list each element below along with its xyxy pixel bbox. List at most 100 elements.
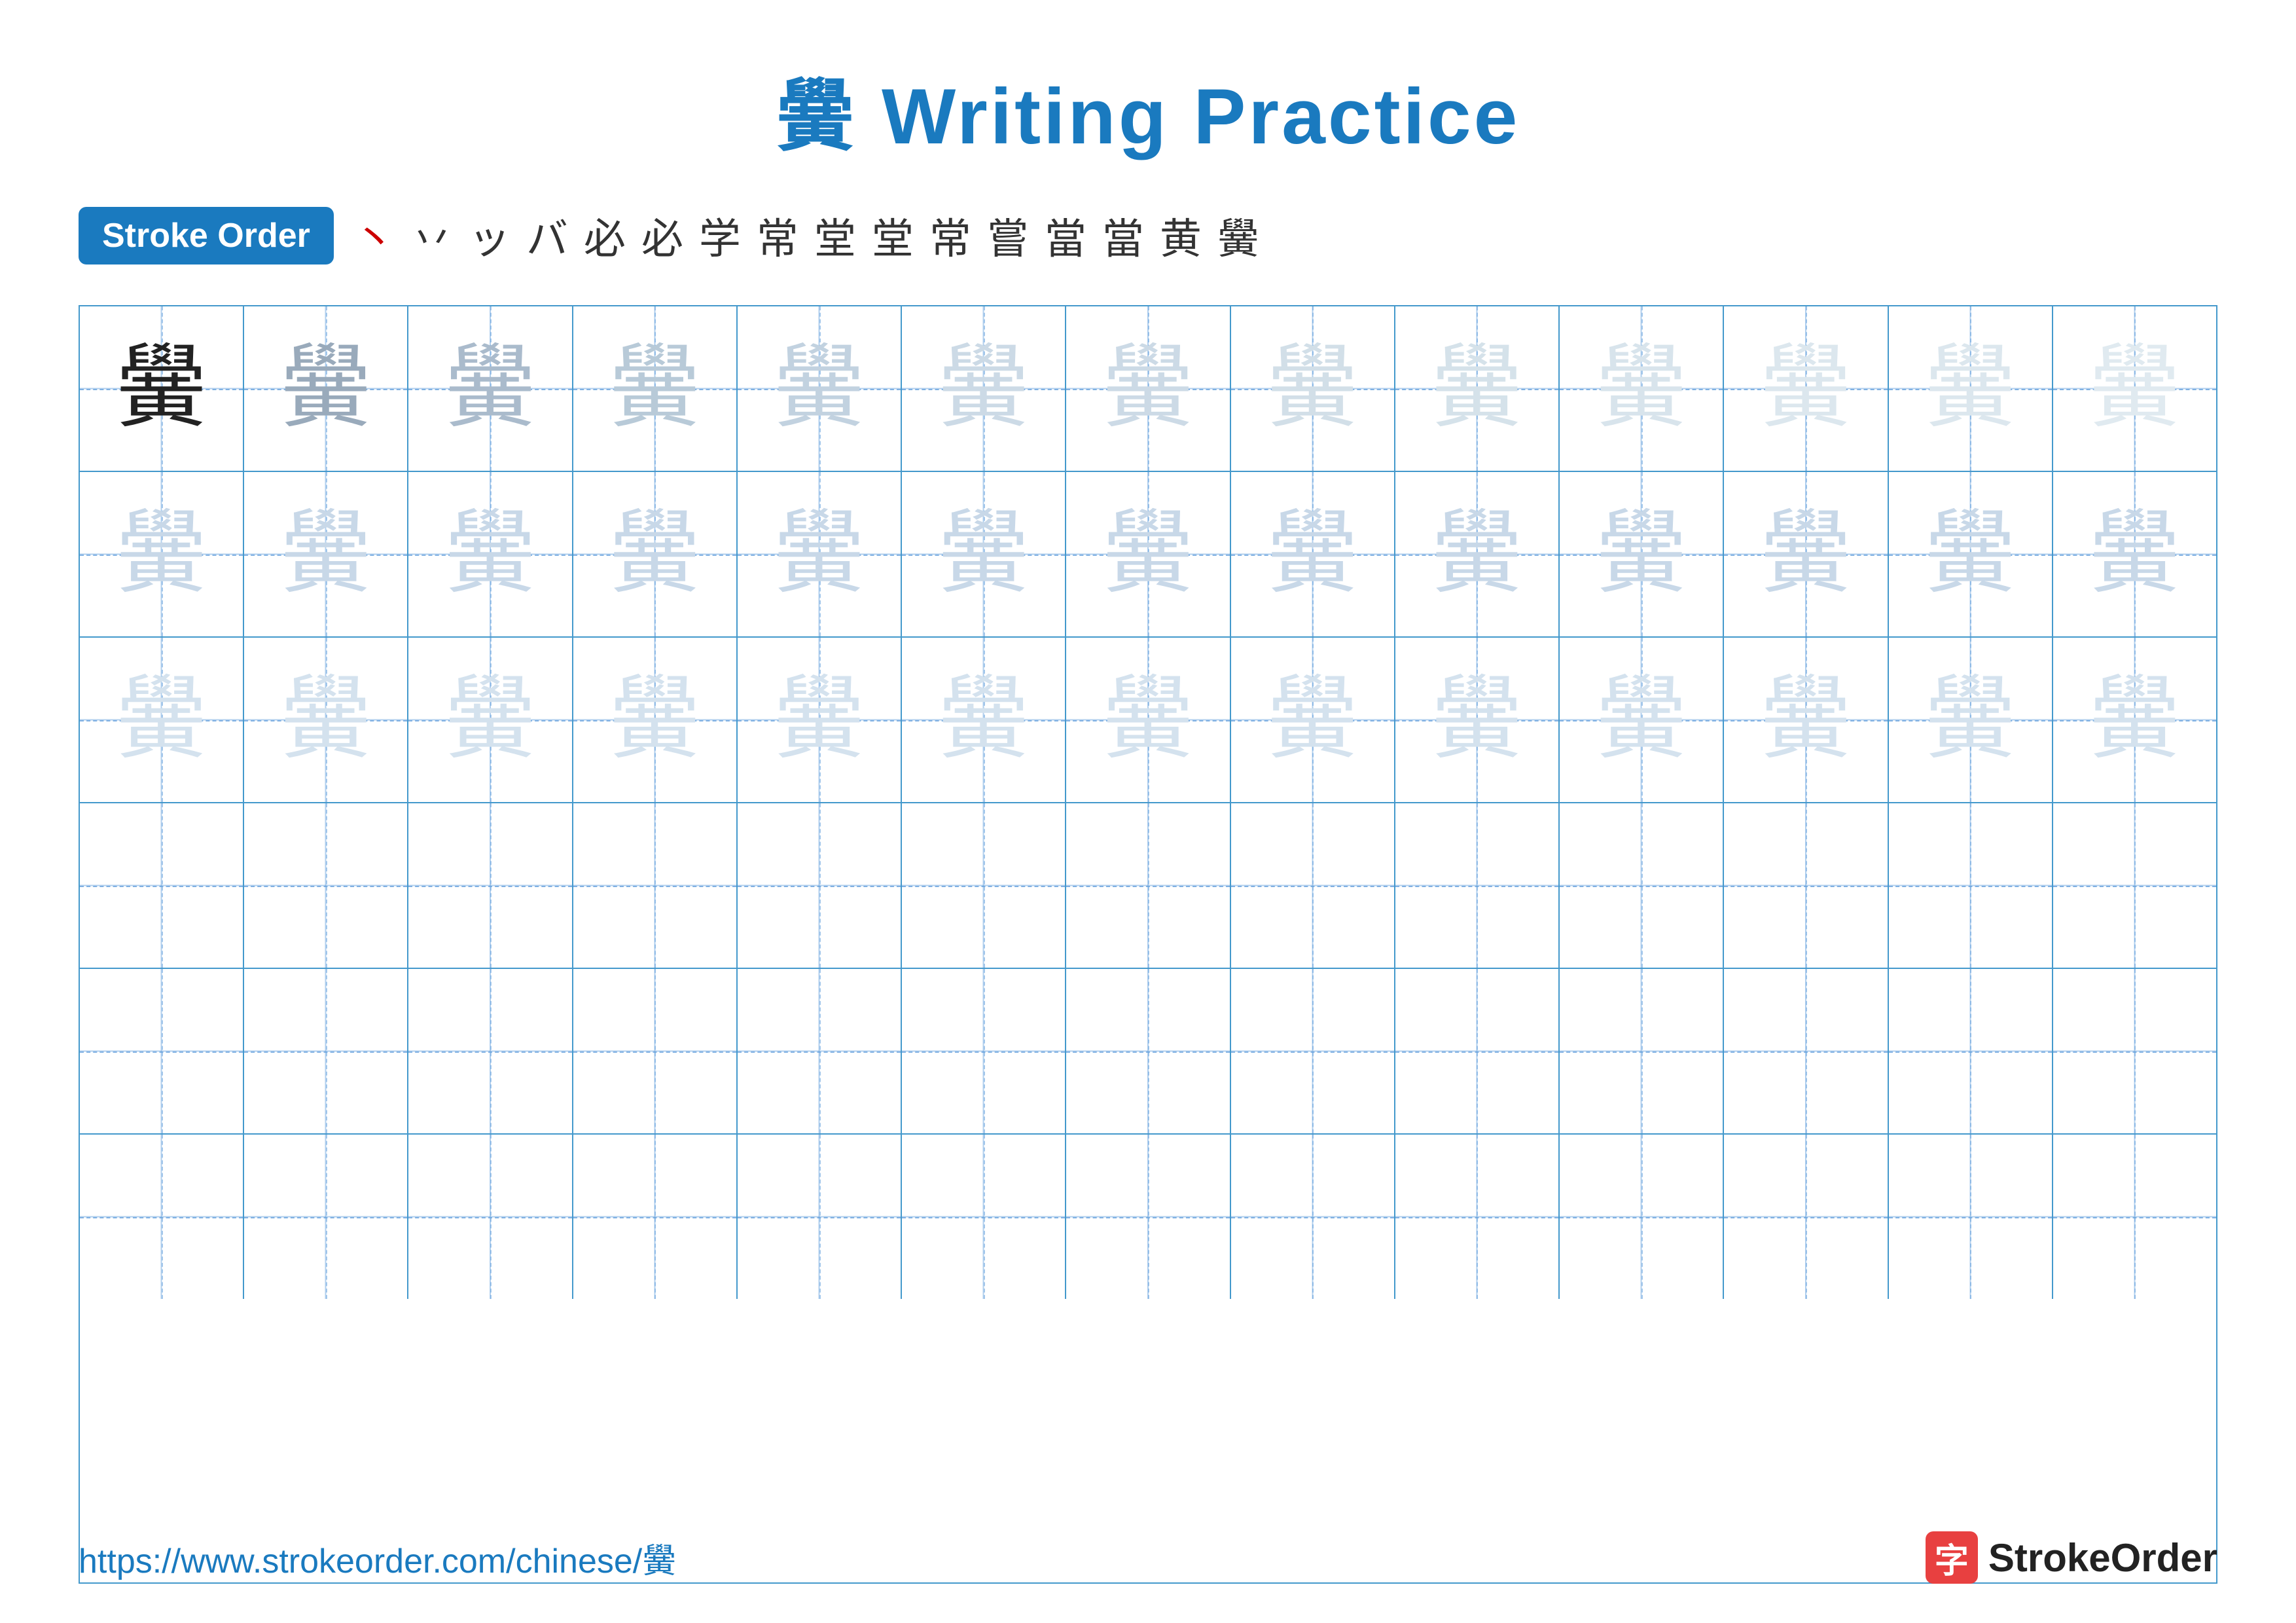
grid-cell-3-8[interactable]: [1395, 803, 1560, 968]
grid-cell-3-12[interactable]: [2053, 803, 2216, 968]
grid-cell-0-2[interactable]: 黌: [408, 306, 573, 471]
grid-cell-4-5[interactable]: [902, 969, 1066, 1133]
grid-cell-4-0[interactable]: [80, 969, 244, 1133]
grid-cell-0-9[interactable]: 黌: [1560, 306, 1724, 471]
grid-cell-3-5[interactable]: [902, 803, 1066, 968]
cell-char-2-7: 黌: [1266, 674, 1358, 766]
grid-cell-1-6[interactable]: 黌: [1066, 472, 1230, 636]
grid-cell-1-4[interactable]: 黌: [738, 472, 902, 636]
grid-cell-0-4[interactable]: 黌: [738, 306, 902, 471]
grid-row-4[interactable]: [80, 969, 2216, 1135]
grid-cell-3-7[interactable]: [1231, 803, 1395, 968]
grid-cell-3-3[interactable]: [573, 803, 738, 968]
grid-cell-1-8[interactable]: 黌: [1395, 472, 1560, 636]
grid-cell-5-7[interactable]: [1231, 1135, 1395, 1299]
grid-cell-2-5[interactable]: 黌: [902, 638, 1066, 802]
grid-cell-0-3[interactable]: 黌: [573, 306, 738, 471]
grid-cell-0-5[interactable]: 黌: [902, 306, 1066, 471]
cell-char-0-0: 黌: [116, 343, 207, 435]
cell-char-2-5: 黌: [938, 674, 1030, 766]
grid-cell-0-8[interactable]: 黌: [1395, 306, 1560, 471]
grid-cell-0-11[interactable]: 黌: [1889, 306, 2053, 471]
grid-cell-3-2[interactable]: [408, 803, 573, 968]
hdash: [1724, 1217, 1887, 1218]
grid-cell-3-10[interactable]: [1724, 803, 1888, 968]
grid-cell-0-0[interactable]: 黌: [80, 306, 244, 471]
grid-cell-5-3[interactable]: [573, 1135, 738, 1299]
grid-cell-4-9[interactable]: [1560, 969, 1724, 1133]
grid-cell-3-9[interactable]: [1560, 803, 1724, 968]
grid-cell-2-10[interactable]: 黌: [1724, 638, 1888, 802]
grid-cell-2-7[interactable]: 黌: [1231, 638, 1395, 802]
grid-cell-2-8[interactable]: 黌: [1395, 638, 1560, 802]
grid-cell-3-0[interactable]: [80, 803, 244, 968]
grid-cell-4-2[interactable]: [408, 969, 573, 1133]
grid-cell-5-8[interactable]: [1395, 1135, 1560, 1299]
grid-cell-1-11[interactable]: 黌: [1889, 472, 2053, 636]
grid-cell-4-8[interactable]: [1395, 969, 1560, 1133]
hdash: [902, 1217, 1065, 1218]
hdash: [244, 886, 407, 887]
grid-cell-5-1[interactable]: [244, 1135, 408, 1299]
grid-cell-2-4[interactable]: 黌: [738, 638, 902, 802]
grid-cell-4-11[interactable]: [1889, 969, 2053, 1133]
grid-cell-1-7[interactable]: 黌: [1231, 472, 1395, 636]
grid-cell-5-11[interactable]: [1889, 1135, 2053, 1299]
grid-cell-0-1[interactable]: 黌: [244, 306, 408, 471]
grid-cell-2-2[interactable]: 黌: [408, 638, 573, 802]
vdash: [1148, 803, 1149, 968]
stroke-order-badge: Stroke Order: [79, 207, 334, 264]
grid-cell-1-5[interactable]: 黌: [902, 472, 1066, 636]
grid-cell-1-1[interactable]: 黌: [244, 472, 408, 636]
hdash: [1231, 1217, 1394, 1218]
grid-cell-4-4[interactable]: [738, 969, 902, 1133]
cell-char-0-8: 黌: [1431, 343, 1522, 435]
grid-cell-0-12[interactable]: 黌: [2053, 306, 2216, 471]
grid-cell-2-9[interactable]: 黌: [1560, 638, 1724, 802]
grid-cell-2-12[interactable]: 黌: [2053, 638, 2216, 802]
grid-cell-2-1[interactable]: 黌: [244, 638, 408, 802]
hdash: [2053, 1051, 2216, 1053]
grid-cell-3-4[interactable]: [738, 803, 902, 968]
grid-cell-2-11[interactable]: 黌: [1889, 638, 2053, 802]
grid-cell-1-3[interactable]: 黌: [573, 472, 738, 636]
grid-cell-1-10[interactable]: 黌: [1724, 472, 1888, 636]
grid-cell-3-1[interactable]: [244, 803, 408, 968]
grid-cell-4-3[interactable]: [573, 969, 738, 1133]
grid-cell-0-7[interactable]: 黌: [1231, 306, 1395, 471]
grid-cell-5-5[interactable]: [902, 1135, 1066, 1299]
hdash: [1066, 886, 1229, 887]
cell-char-2-4: 黌: [774, 674, 865, 766]
grid-cell-5-0[interactable]: [80, 1135, 244, 1299]
grid-cell-2-6[interactable]: 黌: [1066, 638, 1230, 802]
grid-cell-5-6[interactable]: [1066, 1135, 1230, 1299]
hdash: [408, 886, 571, 887]
grid-cell-5-2[interactable]: [408, 1135, 573, 1299]
grid-row-3[interactable]: [80, 803, 2216, 969]
grid-cell-5-9[interactable]: [1560, 1135, 1724, 1299]
hdash: [902, 1051, 1065, 1053]
grid-cell-3-11[interactable]: [1889, 803, 2053, 968]
grid-cell-1-2[interactable]: 黌: [408, 472, 573, 636]
grid-cell-5-4[interactable]: [738, 1135, 902, 1299]
grid-cell-4-7[interactable]: [1231, 969, 1395, 1133]
grid-cell-1-9[interactable]: 黌: [1560, 472, 1724, 636]
grid-cell-0-10[interactable]: 黌: [1724, 306, 1888, 471]
grid-cell-1-12[interactable]: 黌: [2053, 472, 2216, 636]
grid-cell-4-6[interactable]: [1066, 969, 1230, 1133]
grid-cell-5-12[interactable]: [2053, 1135, 2216, 1299]
grid-cell-5-10[interactable]: [1724, 1135, 1888, 1299]
cell-char-2-8: 黌: [1431, 674, 1522, 766]
grid-cell-1-0[interactable]: 黌: [80, 472, 244, 636]
grid-cell-3-6[interactable]: [1066, 803, 1230, 968]
grid-cell-4-12[interactable]: [2053, 969, 2216, 1133]
grid-cell-2-0[interactable]: 黌: [80, 638, 244, 802]
grid-cell-4-10[interactable]: [1724, 969, 1888, 1133]
stroke-step-0: 丶: [353, 206, 395, 266]
hdash: [1066, 1217, 1229, 1218]
grid-cell-2-3[interactable]: 黌: [573, 638, 738, 802]
hdash: [1066, 1051, 1229, 1053]
grid-row-5[interactable]: [80, 1135, 2216, 1299]
grid-cell-4-1[interactable]: [244, 969, 408, 1133]
grid-cell-0-6[interactable]: 黌: [1066, 306, 1230, 471]
